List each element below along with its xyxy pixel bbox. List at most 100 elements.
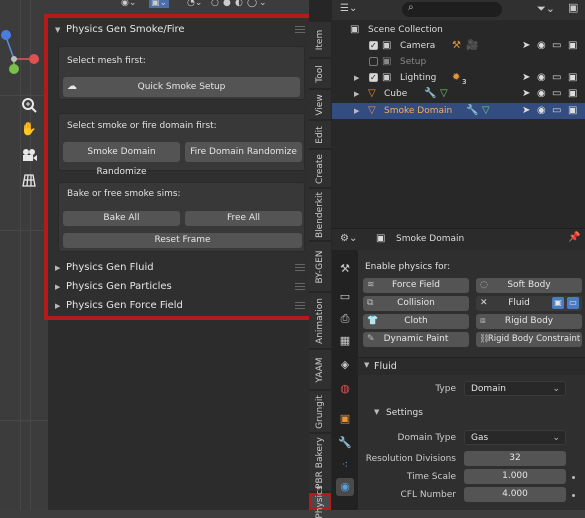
new-collection-icon[interactable]: ▣ bbox=[568, 1, 578, 14]
rigid-body-constraint-button[interactable]: ⛓ Rigid Body Constraint bbox=[476, 332, 582, 347]
outliner-row-camera[interactable]: ▣ Camera ⚒ 🎥 ➤ ◉ ▭ ▣ bbox=[332, 38, 585, 54]
render-icon[interactable]: ▭ bbox=[552, 70, 561, 86]
render-tab-icon[interactable]: ▭ bbox=[336, 288, 354, 306]
object-tab-icon[interactable]: ▣ bbox=[336, 410, 354, 428]
search-input[interactable]: ⌕ bbox=[402, 2, 502, 17]
camera-view-icon[interactable] bbox=[20, 146, 38, 164]
force-field-panel-header[interactable]: ▶ Physics Gen Force Field bbox=[52, 296, 309, 316]
camera-render-icon[interactable]: ▣ bbox=[568, 70, 577, 86]
grid-view-icon[interactable] bbox=[20, 171, 38, 189]
bake-all-button[interactable]: Bake All bbox=[63, 211, 180, 226]
gizmo-icon[interactable]: ◔⌄ bbox=[187, 0, 202, 8]
eye-icon[interactable]: ◉ bbox=[537, 86, 546, 102]
zoom-icon[interactable] bbox=[20, 96, 38, 114]
modifier-tab-icon[interactable]: 🔧 bbox=[336, 434, 354, 452]
reset-frame-button[interactable]: Reset Frame bbox=[63, 233, 302, 248]
select-arrow-icon[interactable]: ➤ bbox=[522, 86, 530, 102]
camera-render-icon[interactable]: ▣ bbox=[568, 38, 577, 54]
cloth-button[interactable]: 👕 Cloth bbox=[363, 314, 469, 329]
outliner-row-setup[interactable]: ▣ Setup bbox=[332, 54, 585, 70]
viewport-toggle-icon[interactable]: ▣ bbox=[552, 297, 564, 309]
settings-subpanel-header[interactable]: ▼ Settings bbox=[362, 405, 585, 423]
include-checkbox[interactable] bbox=[369, 38, 378, 54]
outliner-row-smoke-domain[interactable]: ▶ ▽ Smoke Domain 🔧 ▽ ➤ ◉ ▭ ▣ bbox=[332, 103, 585, 119]
world-tab-icon[interactable]: ◍ bbox=[336, 380, 354, 398]
outliner-row-lighting[interactable]: ▶ ▣ Lighting ✹ 3 ➤ ◉ ▭ ▣ bbox=[332, 70, 585, 86]
dynamic-paint-button[interactable]: ✎ Dynamic Paint bbox=[363, 332, 469, 347]
rigid-body-button[interactable]: ⧈ Rigid Body bbox=[476, 314, 582, 329]
tab-item[interactable]: Item bbox=[309, 22, 331, 58]
tab-yaam[interactable]: YAAM bbox=[309, 350, 331, 390]
include-checkbox[interactable] bbox=[369, 70, 378, 86]
outliner-row-cube[interactable]: ▶ ▽ Cube 🔧 ▽ ➤ ◉ ▭ ▣ bbox=[332, 86, 585, 102]
soft-body-button[interactable]: ◌ Soft Body bbox=[476, 278, 582, 293]
drag-grip-icon[interactable] bbox=[295, 264, 305, 271]
camera-render-icon[interactable]: ▣ bbox=[568, 103, 577, 119]
time-scale-field[interactable]: 1.000 bbox=[464, 469, 566, 484]
tab-tool[interactable]: Tool bbox=[309, 59, 331, 89]
drag-grip-icon[interactable] bbox=[295, 302, 305, 309]
view-layer-tab-icon[interactable]: ▦ bbox=[336, 332, 354, 350]
collapsed-triangle-icon[interactable]: ▶ bbox=[354, 103, 359, 119]
render-toggle-icon[interactable]: ▭ bbox=[567, 297, 579, 309]
tab-blenderkit[interactable]: Blenderkit bbox=[309, 189, 331, 241]
include-checkbox[interactable] bbox=[369, 57, 378, 66]
xray-icon[interactable]: ▣⌄ bbox=[149, 0, 170, 8]
solid-shading-icon[interactable]: ● bbox=[223, 0, 231, 8]
drag-grip-icon[interactable] bbox=[295, 283, 305, 290]
quick-smoke-setup-button[interactable]: ☁ Quick Smoke Setup bbox=[63, 77, 300, 97]
editor-type-icon[interactable]: ⚙⌄ bbox=[340, 233, 357, 244]
pin-icon[interactable]: 📌 bbox=[568, 232, 580, 243]
tab-edit[interactable]: Edit bbox=[309, 121, 331, 149]
navigation-gizmo[interactable] bbox=[0, 25, 40, 80]
output-tab-icon[interactable]: ⎙ bbox=[336, 310, 354, 328]
domain-type-dropdown[interactable]: Gas ⌄ bbox=[464, 430, 566, 445]
eye-icon[interactable]: ◉ bbox=[537, 103, 546, 119]
collapsed-triangle-icon[interactable]: ▶ bbox=[354, 86, 359, 102]
wireframe-shading-icon[interactable]: ○ bbox=[211, 0, 219, 8]
render-icon[interactable]: ▭ bbox=[552, 86, 561, 102]
overlay-icon[interactable]: ◉⌄ bbox=[121, 0, 136, 8]
camera-render-icon[interactable]: ▣ bbox=[568, 86, 577, 102]
fluid-panel-header[interactable]: ▶ Physics Gen Fluid bbox=[52, 258, 309, 278]
viewport-header-icons[interactable]: ◉⌄ ▣⌄ ◔⌄ ○ ● ◐ ◯ ⌄ bbox=[119, 0, 309, 12]
keyframe-dot-icon[interactable] bbox=[572, 494, 575, 497]
eye-icon[interactable]: ◉ bbox=[537, 38, 546, 54]
resolution-divisions-field[interactable]: 32 bbox=[464, 451, 566, 466]
display-mode-icon[interactable]: ☰⌄ bbox=[340, 3, 357, 14]
render-icon[interactable]: ▭ bbox=[552, 38, 561, 54]
collision-button[interactable]: ⧉ Collision bbox=[363, 296, 469, 311]
tab-by-gen[interactable]: BY-GEN bbox=[309, 242, 331, 292]
type-dropdown[interactable]: Domain ⌄ bbox=[464, 381, 566, 396]
fluid-panel-header[interactable]: ▼ Fluid bbox=[358, 357, 585, 375]
tab-grungit[interactable]: Grungit bbox=[309, 391, 331, 433]
filter-icon[interactable]: ⏷⌄ bbox=[537, 2, 555, 16]
scene-tab-icon[interactable]: ◈ bbox=[336, 356, 354, 374]
collapsed-triangle-icon[interactable]: ▶ bbox=[354, 70, 359, 86]
remove-x-icon[interactable]: ✕ bbox=[480, 296, 488, 311]
tab-animation[interactable]: Animation bbox=[309, 293, 331, 349]
tool-tab-icon[interactable]: ⚒ bbox=[336, 260, 354, 278]
free-all-button[interactable]: Free All bbox=[185, 211, 302, 226]
material-shading-icon[interactable]: ◐ bbox=[235, 0, 243, 8]
fire-domain-randomize-button[interactable]: Fire Domain Randomize bbox=[185, 142, 302, 162]
fluid-button[interactable]: ✕ Fluid ▣ ▭ bbox=[476, 296, 582, 311]
tab-create[interactable]: Create bbox=[309, 150, 331, 188]
select-arrow-icon[interactable]: ➤ bbox=[522, 38, 530, 54]
drag-grip-icon[interactable] bbox=[295, 26, 305, 33]
keyframe-dot-icon[interactable] bbox=[572, 476, 575, 479]
select-arrow-icon[interactable]: ➤ bbox=[522, 70, 530, 86]
smoke-domain-randomize-button[interactable]: Smoke Domain Randomize bbox=[63, 142, 180, 177]
rendered-shading-icon[interactable]: ◯ bbox=[247, 0, 257, 8]
outliner-row-scene-collection[interactable]: ▣ Scene Collection bbox=[332, 22, 585, 38]
smoke-panel-header[interactable]: ▼ Physics Gen Smoke/Fire bbox=[52, 20, 309, 40]
tab-view[interactable]: View bbox=[309, 90, 331, 120]
select-arrow-icon[interactable]: ➤ bbox=[522, 103, 530, 119]
force-field-button[interactable]: ≋ Force Field bbox=[363, 278, 469, 293]
shading-options-icon[interactable]: ⌄ bbox=[259, 0, 267, 8]
eye-icon[interactable]: ◉ bbox=[537, 70, 546, 86]
tab-physics[interactable]: Physics bbox=[309, 485, 331, 518]
cfl-number-field[interactable]: 4.000 bbox=[464, 487, 566, 502]
hand-pan-icon[interactable]: ✋ bbox=[20, 121, 38, 139]
tab-pbr-bakery[interactable]: PBR Bakery bbox=[309, 434, 331, 492]
